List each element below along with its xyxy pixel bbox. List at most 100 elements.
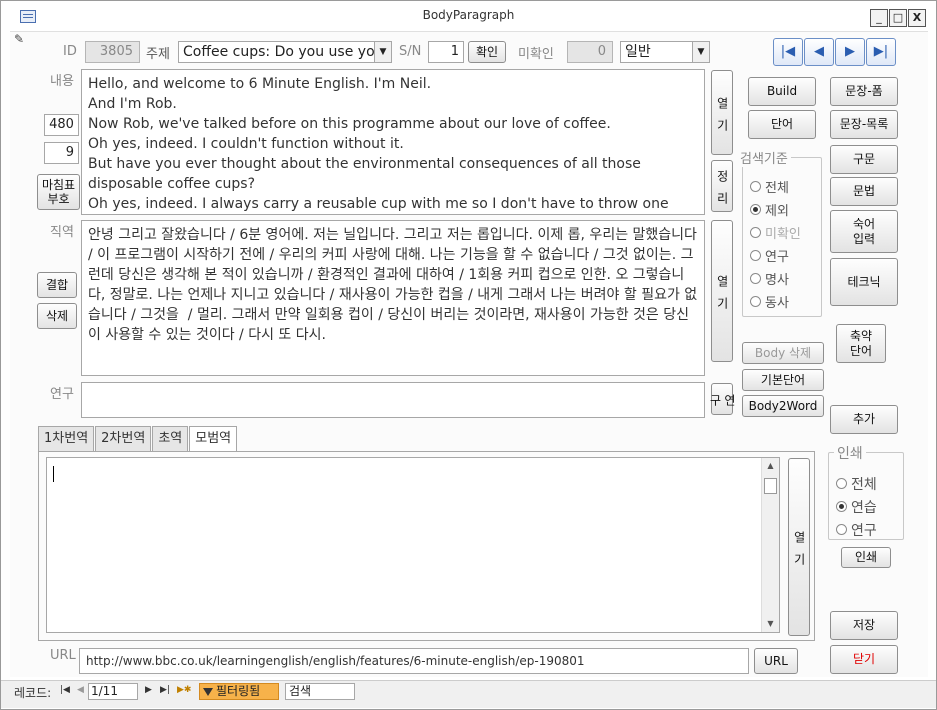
filter-icon bbox=[203, 687, 213, 696]
search-option[interactable]: 명사 bbox=[750, 267, 820, 290]
search-placeholder: 검색 bbox=[289, 684, 312, 698]
unconfirmed-field[interactable]: 0 bbox=[567, 41, 613, 63]
url-button[interactable]: URL bbox=[754, 648, 798, 674]
record-position[interactable]: 1/11 bbox=[88, 683, 138, 700]
radio-button-icon[interactable] bbox=[836, 501, 847, 512]
build-button[interactable]: Build bbox=[748, 77, 816, 106]
print-button[interactable]: 인쇄 bbox=[841, 547, 891, 568]
content-open-button[interactable]: 열 기 bbox=[711, 70, 733, 155]
maximize-button[interactable]: □ bbox=[889, 9, 907, 27]
status-prev-icon[interactable]: ◀ bbox=[77, 685, 84, 695]
print-option-label: 연구 bbox=[851, 522, 877, 539]
next-record-button[interactable]: ▶ bbox=[835, 38, 865, 66]
confirm-button[interactable]: 확인 bbox=[468, 41, 506, 63]
chevron-down-icon[interactable]: ▼ bbox=[692, 42, 709, 62]
close-button[interactable]: 닫기 bbox=[830, 645, 898, 674]
study-field[interactable] bbox=[81, 382, 705, 418]
print-options: 전체연습연구 bbox=[836, 472, 902, 541]
print-option[interactable]: 연습 bbox=[836, 495, 902, 518]
grammar-button[interactable]: 문법 bbox=[830, 177, 898, 206]
first-record-button[interactable]: |◀ bbox=[773, 38, 803, 66]
literal-open-button[interactable]: 열 기 bbox=[711, 220, 733, 362]
url-field[interactable]: http://www.bbc.co.uk/learningenglish/eng… bbox=[79, 648, 749, 674]
search-option-label: 미확인 bbox=[765, 227, 801, 242]
search-option[interactable]: 제외 bbox=[750, 198, 820, 221]
basic-word-button[interactable]: 기본단어 bbox=[742, 369, 824, 391]
translation-tabs: 1차번역 2차번역 초역 모범역 bbox=[38, 426, 238, 453]
content-count1[interactable]: 480 bbox=[44, 114, 79, 136]
search-option[interactable]: 연구 bbox=[750, 244, 820, 267]
search-option[interactable]: 미확인 bbox=[750, 221, 820, 244]
search-input[interactable]: 검색 bbox=[285, 683, 355, 700]
study-label: 연구 bbox=[50, 387, 74, 402]
topic-combo[interactable]: Coffee cups: Do you use you ▼ bbox=[178, 41, 392, 63]
window-title: BodyParagraph bbox=[422, 8, 515, 22]
translation-open-button[interactable]: 열 기 bbox=[788, 458, 810, 636]
search-criteria-title: 검색기준 bbox=[737, 148, 791, 167]
punctuation-button[interactable]: 마침표 부호 bbox=[37, 174, 80, 210]
status-new-icon[interactable]: ▶✱ bbox=[177, 685, 191, 695]
content-textbox[interactable]: Hello, and welcome to 6 Minute English. … bbox=[81, 69, 705, 215]
filtered-badge[interactable]: 필터링됨 bbox=[199, 683, 279, 700]
type-combo[interactable]: 일반 ▼ bbox=[620, 41, 710, 63]
scroll-thumb[interactable] bbox=[764, 478, 777, 494]
minimize-button[interactable]: _ bbox=[870, 9, 888, 27]
body-delete-button[interactable]: Body 삭제 bbox=[742, 342, 824, 364]
search-option-label: 연구 bbox=[765, 250, 789, 265]
delete-button[interactable]: 삭제 bbox=[37, 303, 77, 329]
literal-textbox[interactable]: 안녕 그리고 잘왔습니다 / 6분 영어에. 저는 닐입니다. 그리고 저는 롭… bbox=[81, 220, 705, 376]
search-option-label: 명사 bbox=[765, 273, 789, 288]
unconfirmed-label: 미확인 bbox=[518, 47, 554, 62]
radio-button-icon[interactable] bbox=[750, 296, 761, 307]
abbrev-word-button[interactable]: 축약 단어 bbox=[836, 324, 886, 363]
id-field[interactable]: 3805 bbox=[85, 41, 140, 63]
phrase-button[interactable]: 구문 bbox=[830, 145, 898, 174]
word-button[interactable]: 단어 bbox=[748, 110, 816, 139]
tab-3[interactable]: 모범역 bbox=[189, 426, 238, 453]
sn-field[interactable]: 1 bbox=[428, 41, 464, 63]
prev-record-button[interactable]: ◀ bbox=[804, 38, 834, 66]
save-button[interactable]: 저장 bbox=[830, 611, 898, 640]
body2word-button[interactable]: Body2Word bbox=[742, 395, 824, 417]
radio-button-icon[interactable] bbox=[836, 524, 847, 535]
sn-label: S/N bbox=[399, 44, 422, 59]
status-bar bbox=[1, 680, 936, 708]
status-first-icon[interactable]: |◀ bbox=[60, 685, 70, 695]
content-count2[interactable]: 9 bbox=[44, 142, 79, 164]
tab-2[interactable]: 초역 bbox=[152, 426, 189, 452]
study-button[interactable]: 연 구 bbox=[708, 383, 736, 415]
id-label: ID bbox=[63, 44, 77, 59]
radio-button-icon[interactable] bbox=[750, 181, 761, 192]
sentence-list-button[interactable]: 문장-목록 bbox=[830, 110, 898, 139]
combine-button[interactable]: 결합 bbox=[37, 272, 77, 298]
close-window-button[interactable]: X bbox=[908, 9, 926, 27]
search-option-label: 전체 bbox=[765, 181, 789, 196]
radio-button-icon[interactable] bbox=[750, 204, 761, 215]
radio-button-icon[interactable] bbox=[750, 250, 761, 261]
print-option[interactable]: 전체 bbox=[836, 472, 902, 495]
technique-button[interactable]: 테크닉 bbox=[830, 258, 898, 306]
chevron-down-icon[interactable]: ▼ bbox=[374, 42, 391, 62]
search-option[interactable]: 동사 bbox=[750, 290, 820, 313]
translation-textarea[interactable]: ▲ ▼ bbox=[46, 457, 780, 633]
radio-button-icon[interactable] bbox=[750, 273, 761, 284]
sentence-form-button[interactable]: 문장-폼 bbox=[830, 77, 898, 106]
status-next-icon[interactable]: ▶ bbox=[145, 685, 152, 695]
print-option[interactable]: 연구 bbox=[836, 518, 902, 541]
vertical-scrollbar[interactable]: ▲ ▼ bbox=[761, 458, 779, 632]
last-record-button[interactable]: ▶| bbox=[866, 38, 896, 66]
content-arrange-button[interactable]: 정 리 bbox=[711, 160, 733, 212]
scroll-up-icon[interactable]: ▲ bbox=[762, 458, 779, 474]
topic-label: 주제 bbox=[146, 47, 170, 62]
radio-button-icon[interactable] bbox=[750, 227, 761, 238]
add-button[interactable]: 추가 bbox=[830, 405, 898, 434]
tab-0[interactable]: 1차번역 bbox=[38, 426, 95, 452]
status-last-icon[interactable]: ▶| bbox=[160, 685, 170, 695]
radio-button-icon[interactable] bbox=[836, 478, 847, 489]
tab-1[interactable]: 2차번역 bbox=[95, 426, 152, 452]
search-option-label: 동사 bbox=[765, 296, 789, 311]
scroll-down-icon[interactable]: ▼ bbox=[762, 616, 779, 632]
search-option[interactable]: 전체 bbox=[750, 175, 820, 198]
print-option-label: 연습 bbox=[851, 499, 877, 516]
idiom-input-button[interactable]: 숙어 입력 bbox=[830, 210, 898, 253]
